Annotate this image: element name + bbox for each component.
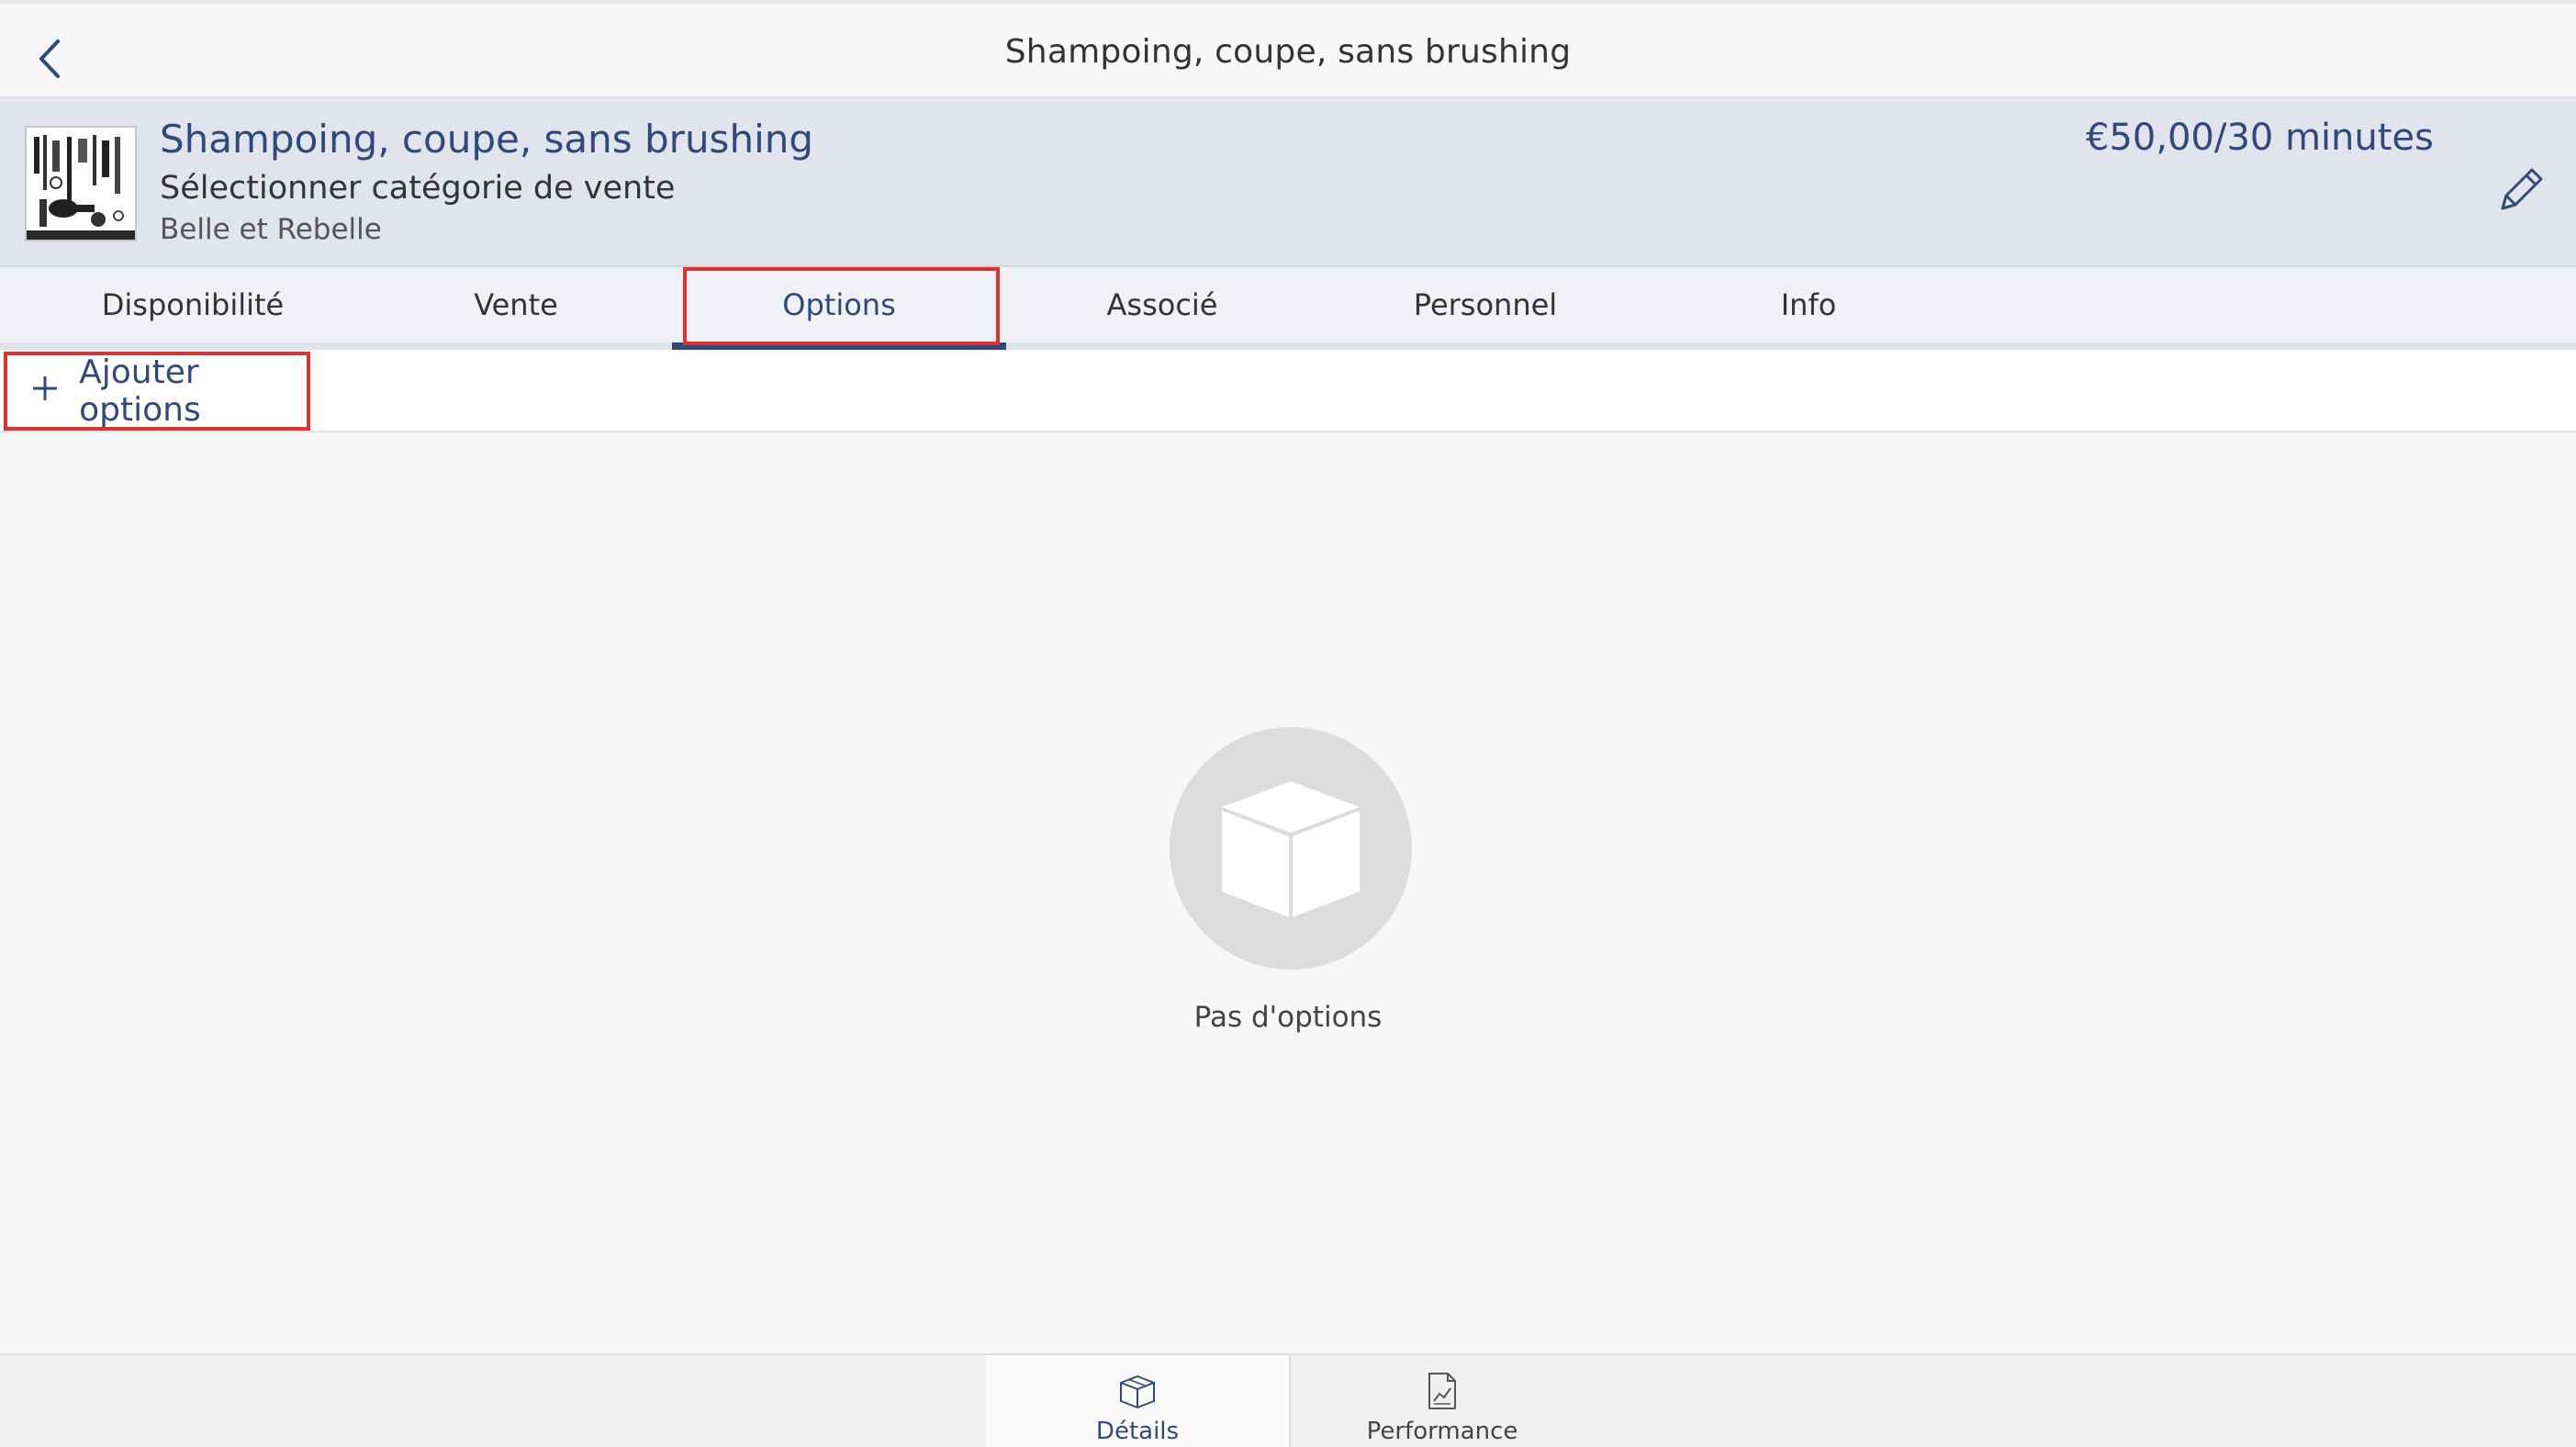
- box-icon: [1120, 1375, 1155, 1408]
- page-title: Shampoing, coupe, sans brushing: [1004, 33, 1572, 71]
- bottom-tab-details-label: Détails: [1095, 1418, 1180, 1445]
- add-options-button[interactable]: Ajouter options: [4, 352, 310, 431]
- sales-category-selector[interactable]: Sélectionner catégorie de vente: [160, 170, 675, 207]
- bottom-tab-bar: Détails Performance: [0, 1353, 2576, 1447]
- tab-bar: Disponibilité Vente Options Associé Pers…: [0, 267, 2576, 350]
- navigation-bar: Shampoing, coupe, sans brushing: [0, 0, 2576, 98]
- bottom-tab-details[interactable]: Détails: [986, 1355, 1289, 1447]
- shop-name: Belle et Rebelle: [160, 213, 382, 246]
- service-name: Shampoing, coupe, sans brushing: [160, 117, 814, 162]
- tab-disponibilite[interactable]: Disponibilité: [31, 267, 354, 342]
- empty-state-text: Pas d'options: [1193, 1001, 1383, 1034]
- empty-state-illustration: [1170, 727, 1412, 970]
- tab-vente[interactable]: Vente: [354, 267, 678, 342]
- tab-associe[interactable]: Associé: [1001, 267, 1324, 342]
- service-price: €50,00/30 minutes: [2086, 117, 2434, 159]
- add-options-label: Ajouter options: [79, 353, 201, 429]
- service-thumbnail: [25, 126, 137, 241]
- add-options-row: Ajouter options: [0, 350, 2576, 432]
- edit-button[interactable]: [2484, 153, 2558, 227]
- tab-info[interactable]: Info: [1647, 267, 1970, 342]
- plus-icon: [29, 371, 62, 411]
- bottom-tab-performance-label: Performance: [1366, 1418, 1518, 1445]
- tab-options[interactable]: Options: [672, 267, 1006, 350]
- chart-document-icon: [1428, 1373, 1456, 1409]
- tab-personnel[interactable]: Personnel: [1324, 267, 1647, 342]
- box-icon: [1222, 781, 1360, 917]
- bottom-tab-performance[interactable]: Performance: [1291, 1355, 1594, 1447]
- pencil-icon: [2501, 168, 2543, 210]
- service-header: Shampoing, coupe, sans brushing Sélectio…: [0, 98, 2576, 267]
